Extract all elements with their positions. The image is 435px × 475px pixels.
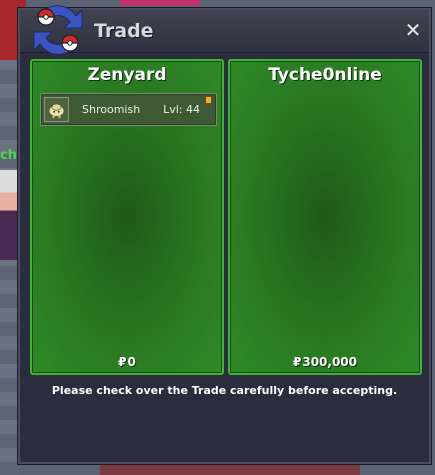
item-name: Shroomish: [82, 103, 141, 116]
trade-warning-message: Please check over the Trade carefully be…: [51, 384, 398, 397]
currency-icon: ₽: [118, 355, 127, 369]
trade-window: Trade ✕ Zenyard Shroomish Lvl: 44 ₽0 Tyc…: [18, 5, 431, 464]
player-name-tag: ch: [0, 148, 17, 163]
trader-name: Zenyard: [87, 65, 167, 85]
trade-panel-self: Zenyard Shroomish Lvl: 44 ₽0: [30, 59, 224, 375]
currency-icon: ₽: [292, 355, 302, 369]
trader-name: Tyche0nline: [268, 65, 382, 85]
money-amount: 0: [127, 355, 136, 369]
trade-item-slot[interactable]: Shroomish Lvl: 44: [40, 93, 217, 126]
money-offer: ₽300,000: [230, 355, 420, 369]
trade-panel-partner: Tyche0nline ₽300,000: [228, 59, 422, 375]
item-level: Lvl: 44: [163, 103, 200, 116]
game-background-object: [100, 463, 360, 475]
money-offer: ₽0: [32, 355, 222, 369]
close-icon[interactable]: ✕: [403, 20, 423, 40]
game-background-object: [120, 0, 200, 6]
window-title: Trade: [94, 20, 154, 42]
trade-logo-icon: [33, 5, 83, 55]
item-flag-icon: [205, 96, 212, 104]
money-amount: 300,000: [302, 355, 357, 369]
shroomish-icon: [44, 97, 69, 122]
